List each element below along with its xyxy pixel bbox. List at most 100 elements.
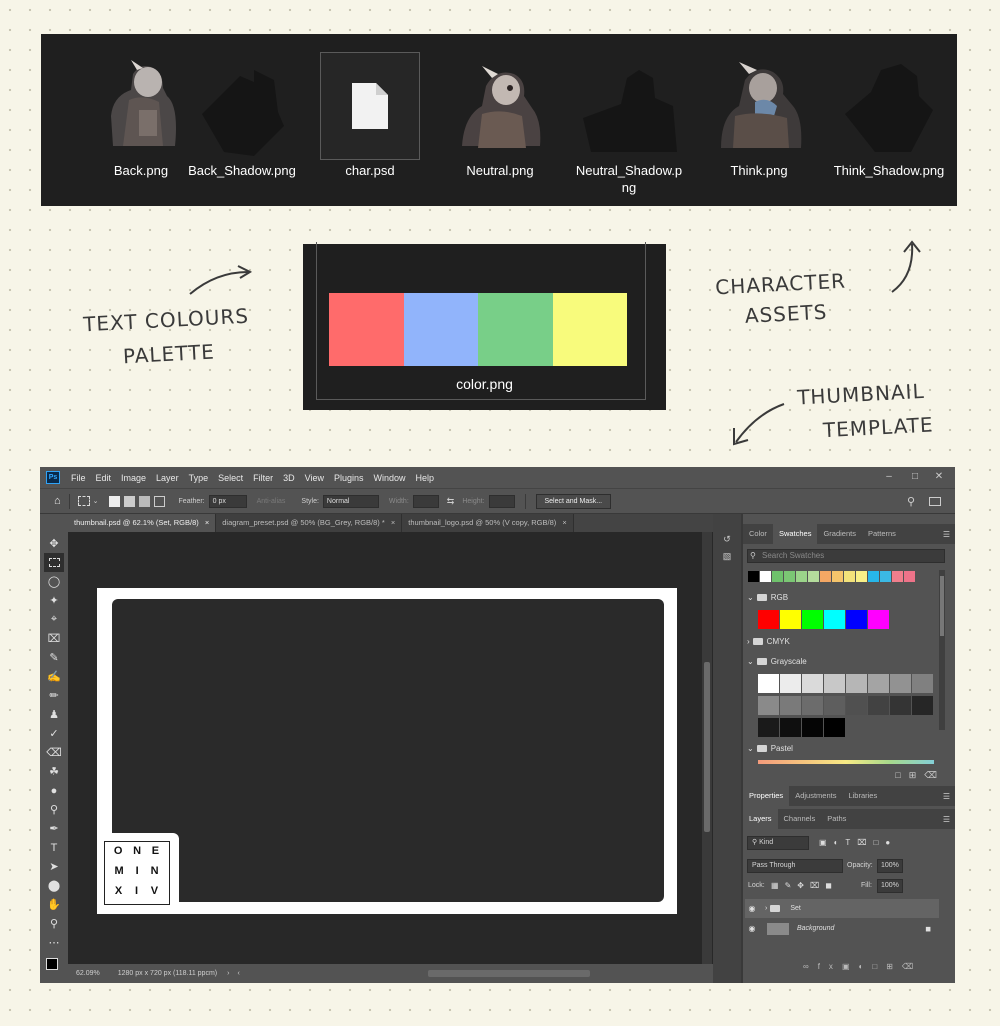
swatch[interactable] (758, 674, 779, 693)
close-icon[interactable]: × (562, 518, 566, 527)
menu-layer[interactable]: Layer (151, 473, 184, 483)
adjustment-layer-icon[interactable]: ◐ (859, 962, 873, 971)
color-file-tile[interactable]: color.png (303, 242, 666, 410)
eyedropper-tool-icon[interactable]: ✎ (44, 648, 64, 667)
frame-tool-icon[interactable]: ⌧ (44, 629, 64, 648)
new-layer-icon[interactable]: ⊞ (886, 962, 902, 971)
minimize-icon[interactable]: – (877, 467, 901, 488)
swatch-group-pastel[interactable]: ⌄ Pastel (747, 742, 793, 756)
swatch[interactable] (796, 571, 807, 582)
swatch[interactable] (844, 571, 855, 582)
swatch[interactable] (802, 718, 823, 737)
swatch[interactable] (758, 696, 779, 715)
swatch[interactable] (890, 674, 911, 693)
link-layers-icon[interactable]: ∞ (803, 962, 818, 971)
history-brush-tool-icon[interactable]: ✓ (44, 724, 64, 743)
smart-object-filter-icon[interactable]: □ (874, 838, 886, 847)
healing-brush-tool-icon[interactable]: ✍ (44, 667, 64, 686)
adjustment-filter-icon[interactable]: ◐ (834, 838, 846, 847)
crop-tool-icon[interactable]: ⌖ (44, 610, 64, 629)
tab-adjustments[interactable]: Adjustments (789, 786, 842, 806)
tab-properties[interactable]: Properties (743, 786, 790, 806)
swatch[interactable] (868, 571, 879, 582)
swatch[interactable] (880, 571, 891, 582)
lock-pixels-icon[interactable]: ✎ (785, 881, 798, 890)
swatch[interactable] (904, 571, 915, 582)
file-tile-back-shadow[interactable]: Back_Shadow.png (186, 52, 298, 202)
anti-alias-checkbox[interactable]: Anti-alias (257, 498, 286, 505)
close-icon[interactable]: ✕ (927, 467, 951, 488)
tab-thumbnail-logo[interactable]: thumbnail_logo.psd @ 50% (V copy, RGB/8)… (402, 514, 574, 532)
tab-libraries[interactable]: Libraries (842, 786, 883, 806)
file-tile-think-shadow[interactable]: Think_Shadow.png (833, 52, 945, 202)
tab-patterns[interactable]: Patterns (862, 524, 902, 544)
swatch[interactable] (824, 674, 845, 693)
swatch[interactable] (760, 571, 771, 582)
blur-tool-icon[interactable]: ● (44, 781, 64, 800)
swatch[interactable] (802, 610, 823, 629)
image-filter-icon[interactable]: ▣ (819, 838, 834, 847)
chevron-left-icon[interactable]: ‹ (237, 970, 239, 977)
blend-mode-select[interactable]: Pass Through (747, 859, 843, 873)
panel-menu-icon[interactable]: ☰ (943, 530, 950, 539)
chevron-right-icon[interactable]: › (765, 905, 767, 912)
swatch[interactable] (868, 674, 889, 693)
tab-color[interactable]: Color (743, 524, 773, 544)
style-select[interactable]: Normal (322, 494, 379, 508)
layer-row-set[interactable]: ◉ › Set (745, 899, 939, 918)
feather-input[interactable]: 0 px (208, 494, 247, 508)
magic-wand-tool-icon[interactable]: ✦ (44, 591, 64, 610)
swatch[interactable] (832, 571, 843, 582)
vertical-scrollbar[interactable] (702, 532, 712, 964)
swatch[interactable] (846, 696, 867, 715)
swatch[interactable] (846, 610, 867, 629)
swatch-group-cmyk[interactable]: › CMYK (747, 635, 790, 649)
swatch[interactable] (912, 674, 933, 693)
new-selection-icon[interactable] (108, 495, 120, 507)
tab-channels[interactable]: Channels (778, 809, 822, 829)
swatch-group-rgb[interactable]: ⌄ RGB (747, 591, 788, 605)
swatch[interactable] (802, 696, 823, 715)
chevron-right-icon[interactable]: › (227, 970, 229, 977)
layer-filter-select[interactable]: ⚲ Kind (747, 836, 809, 850)
swatch[interactable] (912, 696, 933, 715)
swatch[interactable] (824, 610, 845, 629)
swap-icon[interactable]: ⇆ (447, 496, 455, 507)
subtract-selection-icon[interactable] (138, 495, 150, 507)
horizontal-scrollbar-thumb[interactable] (428, 970, 590, 977)
file-tile-back[interactable]: Back.png (85, 52, 197, 202)
lock-position-icon[interactable]: ✥ (797, 881, 810, 890)
menu-plugins[interactable]: Plugins (329, 473, 369, 483)
tab-gradients[interactable]: Gradients (817, 524, 862, 544)
swatch[interactable] (846, 674, 867, 693)
scrollbar-thumb[interactable] (704, 662, 710, 832)
lock-artboard-icon[interactable]: ⌧ (810, 881, 825, 890)
new-group-icon[interactable]: □ (895, 770, 908, 780)
visibility-eye-icon[interactable]: ◉ (745, 924, 759, 933)
brush-tool-icon[interactable]: ✏ (44, 686, 64, 705)
swatch-group-grayscale[interactable]: ⌄ Grayscale (747, 655, 807, 669)
type-tool-icon[interactable]: T (44, 838, 64, 857)
fx-icon[interactable]: fx (818, 962, 842, 971)
mask-icon[interactable]: ▣ (842, 962, 859, 971)
filter-toggle-icon[interactable]: ● (885, 838, 897, 847)
opacity-input[interactable]: 100% (877, 859, 903, 873)
swatch[interactable] (868, 610, 889, 629)
color-picker-icon[interactable] (42, 954, 66, 980)
height-input[interactable] (488, 494, 515, 508)
new-group-icon[interactable]: □ (872, 962, 886, 971)
paint-bucket-tool-icon[interactable]: ☘ (44, 762, 64, 781)
tab-thumbnail[interactable]: thumbnail.psd @ 62.1% (Set, RGB/8) × (68, 514, 217, 532)
ellipse-tool-icon[interactable]: ⬤ (44, 876, 64, 895)
panel-menu-icon[interactable]: ☰ (943, 815, 950, 824)
menu-image[interactable]: Image (116, 473, 151, 483)
maximize-icon[interactable]: □ (903, 467, 927, 488)
dodge-tool-icon[interactable]: ⚲ (44, 800, 64, 819)
swatch[interactable] (856, 571, 867, 582)
swatch[interactable] (820, 571, 831, 582)
chevron-down-icon[interactable]: ⌄ (93, 497, 99, 505)
swatch[interactable] (802, 674, 823, 693)
swatch[interactable] (772, 571, 783, 582)
close-icon[interactable]: × (205, 518, 209, 527)
zoom-tool-icon[interactable]: ⚲ (44, 914, 64, 933)
